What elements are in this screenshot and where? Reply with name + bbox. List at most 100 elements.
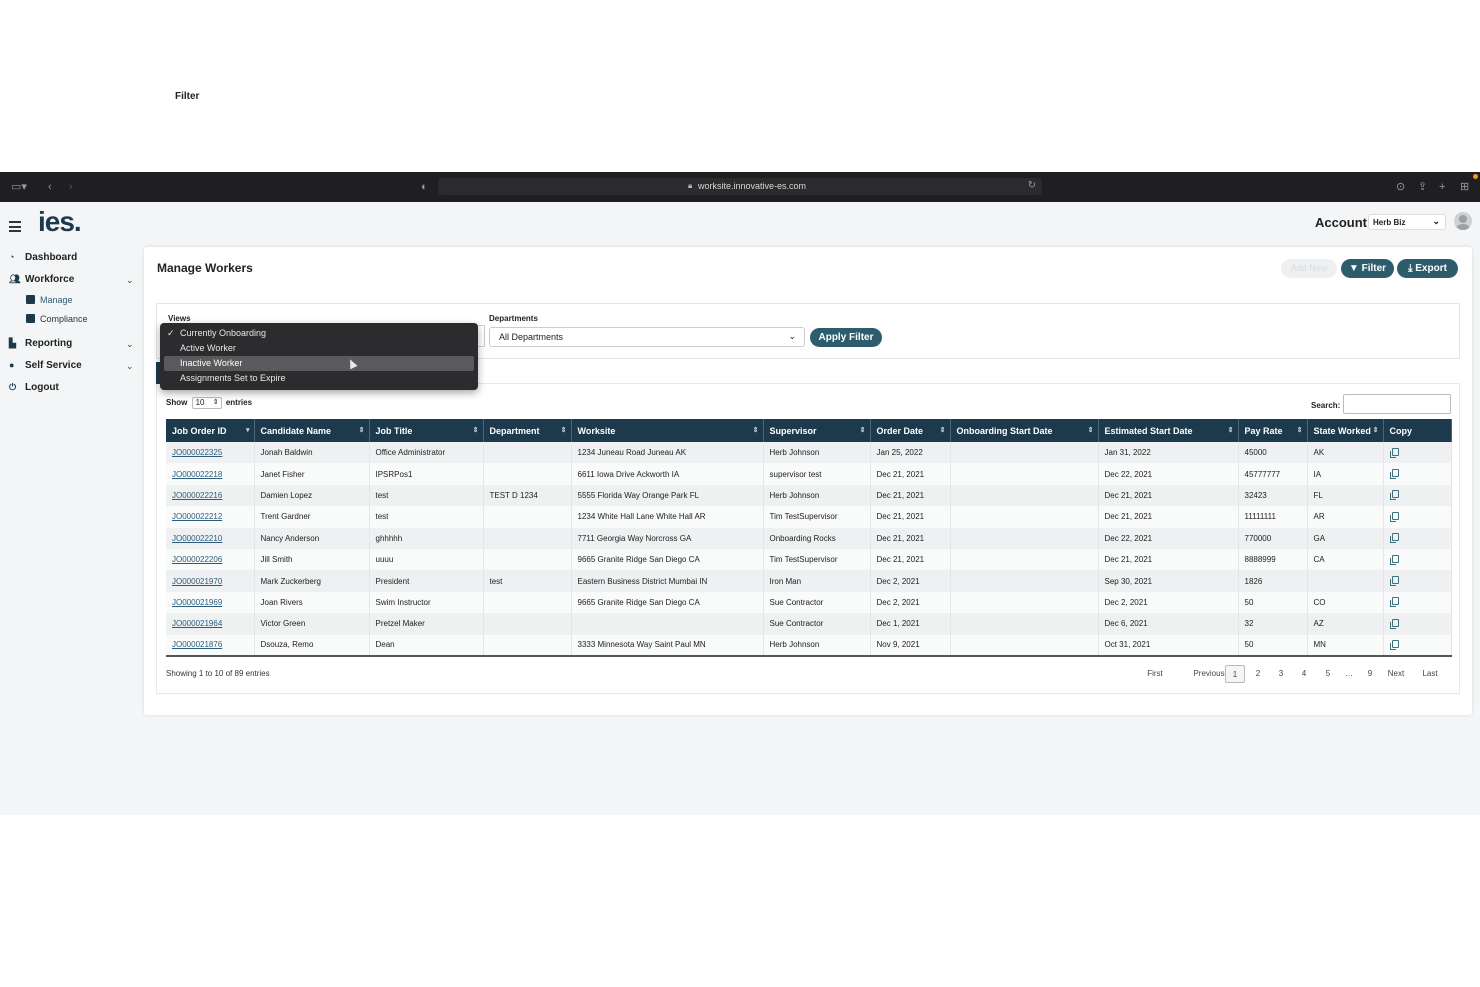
table-cell: supervisor test [763, 463, 871, 485]
users-icon: 👥︎ [9, 274, 21, 284]
column-header[interactable]: Worksite ⇕ [571, 419, 764, 442]
table-cell: 45777777 [1238, 463, 1308, 485]
sidebar-item-workforce[interactable]: 👥︎ Workforce [9, 272, 74, 286]
column-header[interactable]: State Worked ⇕ [1307, 419, 1384, 442]
column-header[interactable]: Job Title ⇕ [369, 419, 484, 442]
column-header[interactable]: Department ⇕ [483, 419, 572, 442]
ies-logo[interactable]: ies. [38, 206, 82, 238]
page-button[interactable]: 2 [1251, 665, 1265, 683]
page-button[interactable]: … [1343, 665, 1355, 683]
table-cell: JO000022216 [166, 484, 255, 507]
download-icon[interactable]: ⊙ [1396, 180, 1405, 194]
tab-overview-icon[interactable]: ⊞ [1460, 180, 1469, 194]
table-cell: Dec 21, 2021 [1098, 548, 1239, 571]
table-cell: Eastern Business District Mumbai IN [571, 570, 764, 592]
privacy-shield-icon[interactable]: ◐ [421, 180, 428, 194]
export-button[interactable]: ⤓ Export [1397, 259, 1458, 278]
views-select[interactable] [477, 325, 485, 347]
back-icon[interactable]: ‹ [48, 180, 52, 194]
job-order-link[interactable]: JO000022325 [172, 448, 222, 457]
entries-select[interactable]: 10 [191, 397, 222, 409]
sidebar-subitem-manage[interactable]: Manage [26, 295, 73, 305]
filter-button[interactable]: ▼ Filter [1341, 259, 1394, 278]
table-cell: Office Administrator [369, 442, 484, 464]
views-option[interactable]: ✓ Currently Onboarding [164, 326, 474, 341]
copy-icon[interactable] [1389, 639, 1399, 650]
reload-icon[interactable]: ↻ [1028, 180, 1036, 191]
sidebar-subitem-label: Compliance [40, 314, 88, 324]
copy-icon[interactable] [1389, 447, 1399, 458]
table-cell: 9665 Granite Ridge San Diego CA [571, 591, 764, 614]
page-button[interactable]: First [1144, 665, 1166, 683]
copy-icon[interactable] [1389, 469, 1399, 480]
page-button[interactable]: Next [1384, 665, 1408, 683]
column-header[interactable]: Copy [1383, 419, 1452, 442]
copy-icon[interactable] [1389, 490, 1399, 501]
job-order-link[interactable]: JO000022218 [172, 470, 222, 479]
page-button[interactable]: Last [1419, 665, 1441, 683]
column-header[interactable]: Job Order ID ▾ [166, 419, 255, 442]
search-input[interactable] [1343, 394, 1451, 414]
add-new-button[interactable]: Add New [1281, 259, 1337, 278]
views-option[interactable]: Inactive Worker [164, 356, 474, 371]
table-cell: Jonah Baldwin [254, 442, 370, 464]
address-bar[interactable]: 🔒︎ worksite.innovative-es.com ↻ [438, 178, 1042, 195]
copy-icon[interactable] [1389, 597, 1399, 608]
job-order-link[interactable]: JO000022210 [172, 534, 222, 543]
chevron-down-icon[interactable]: ⌄ [126, 339, 134, 350]
table-cell: 3333 Minnesota Way Saint Paul MN [571, 634, 764, 657]
table-cell: JO000022325 [166, 442, 255, 464]
page-button[interactable]: Previous [1189, 665, 1229, 683]
copy-icon[interactable] [1389, 511, 1399, 522]
page-button[interactable]: 4 [1297, 665, 1311, 683]
job-order-link[interactable]: JO000022216 [172, 491, 222, 500]
copy-icon[interactable] [1389, 554, 1399, 565]
job-order-link[interactable]: JO000021970 [172, 577, 222, 586]
job-order-link[interactable]: JO000021964 [172, 619, 222, 628]
hamburger-menu-icon[interactable] [9, 221, 21, 235]
table-cell: Trent Gardner [254, 506, 370, 528]
url-text: worksite.innovative-es.com [698, 181, 807, 191]
column-header[interactable]: Order Date ⇕ [870, 419, 951, 442]
column-header[interactable]: Pay Rate ⇕ [1238, 419, 1308, 442]
copy-icon[interactable] [1389, 618, 1399, 629]
sidebar-item-dashboard[interactable]: ◔ Dashboard [9, 250, 77, 264]
account-select[interactable]: Herb Biz ⌄ [1368, 214, 1446, 230]
share-icon[interactable]: ⇪ [1418, 180, 1427, 194]
page-button[interactable]: 9 [1363, 665, 1377, 683]
page-button[interactable]: 5 [1321, 665, 1335, 683]
user-avatar[interactable] [1454, 212, 1472, 230]
column-header[interactable]: Onboarding Start Date ⇕ [950, 419, 1099, 442]
job-order-link[interactable]: JO000022206 [172, 555, 222, 564]
sidebar-subitem-compliance[interactable]: Compliance [26, 314, 88, 324]
table-cell: AK [1307, 442, 1384, 464]
sidebar-item-reporting[interactable]: ▙ Reporting [9, 336, 72, 350]
sidebar-item-self-service[interactable]: ● Self Service [9, 358, 82, 372]
apply-filter-button[interactable]: Apply Filter [810, 328, 882, 347]
new-tab-icon[interactable]: + [1439, 180, 1445, 194]
copy-icon[interactable] [1389, 576, 1399, 587]
sidebar-toggle-icon[interactable]: ▭▾ [11, 180, 27, 194]
sidebar-item-logout[interactable]: ⏻ Logout [9, 380, 59, 394]
job-order-link[interactable]: JO000022212 [172, 512, 222, 521]
views-option[interactable]: Assignments Set to Expire [164, 371, 474, 386]
chevron-down-icon[interactable]: ⌄ [126, 361, 134, 372]
column-header[interactable]: Supervisor ⇕ [763, 419, 871, 442]
page-button[interactable]: 3 [1274, 665, 1288, 683]
column-header[interactable]: Candidate Name ⇕ [254, 419, 370, 442]
sidebar-item-label: Self Service [25, 360, 82, 371]
table-cell: JO000022218 [166, 463, 255, 485]
table-cell: test [369, 506, 484, 528]
copy-icon[interactable] [1389, 533, 1399, 544]
job-order-link[interactable]: JO000021876 [172, 640, 222, 649]
forward-icon[interactable]: › [69, 180, 73, 194]
views-option[interactable]: Active Worker [164, 341, 474, 356]
chevron-down-icon[interactable]: ⌄ [126, 275, 134, 286]
table-cell: test [369, 484, 484, 507]
page-title: Manage Workers [157, 261, 253, 275]
column-header[interactable]: Estimated Start Date ⇕ [1098, 419, 1239, 442]
job-order-link[interactable]: JO000021969 [172, 598, 222, 607]
page-button[interactable]: 1 [1225, 665, 1245, 683]
departments-select[interactable]: All Departments ⌄ [489, 327, 805, 347]
column-header-label: Candidate Name [260, 425, 332, 436]
